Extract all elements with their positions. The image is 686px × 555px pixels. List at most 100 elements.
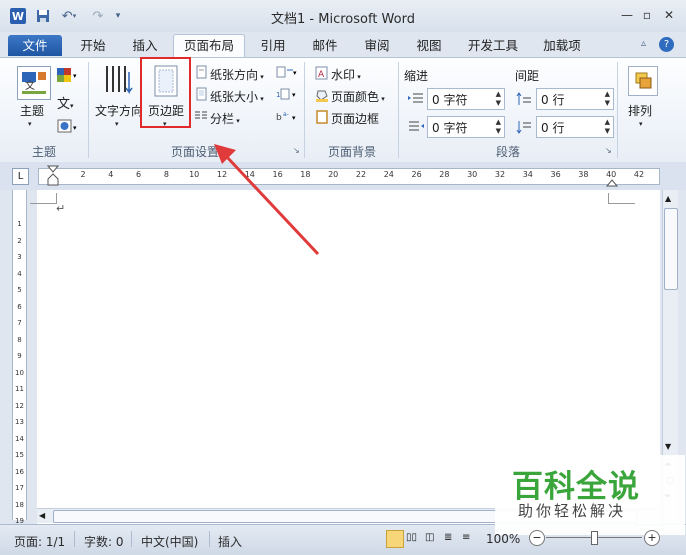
arrange-label[interactable]: 排列 <box>628 102 652 119</box>
watermark-icon[interactable]: A <box>315 66 329 80</box>
page-background-group-label: 页面背景 <box>327 145 376 159</box>
spin-up-icon[interactable]: ▲ <box>496 118 501 126</box>
arrange-dropdown-icon[interactable]: ▾ <box>639 120 643 128</box>
hyphenation-icon[interactable]: b a- ▾ <box>276 110 298 123</box>
page-setup-launcher-icon[interactable]: ↘ <box>293 146 300 155</box>
zoom-slider-thumb[interactable] <box>591 531 598 545</box>
help-icon[interactable]: ? <box>659 37 674 52</box>
close-button[interactable]: ✕ <box>660 7 678 23</box>
ribbon-collapse-icon[interactable]: ▵ <box>641 38 646 49</box>
indent-label: 缩进 <box>404 69 429 83</box>
themes-label[interactable]: 主题 <box>20 102 44 119</box>
indent-left-spinner[interactable]: 0 字符 ▲ ▼ <box>427 88 505 110</box>
paragraph-mark: ↵ <box>56 202 66 215</box>
tab-home[interactable]: 开始 <box>72 35 114 56</box>
vertical-ruler-tick-label: 5 <box>17 286 22 294</box>
svg-text:▾: ▾ <box>292 114 296 122</box>
spacing-after-value: 0 行 <box>541 121 565 135</box>
svg-text:▾: ▾ <box>293 69 297 77</box>
orientation-icon[interactable] <box>196 65 208 79</box>
page-size-label[interactable]: 纸张大小 ▾ <box>210 88 264 105</box>
page-borders-icon[interactable] <box>315 110 329 124</box>
tab-view[interactable]: 视图 <box>409 35 449 56</box>
tab-mailings[interactable]: 邮件 <box>305 35 345 56</box>
vertical-scroll-thumb[interactable] <box>664 208 678 290</box>
spin-up-icon[interactable]: ▲ <box>605 90 610 98</box>
ruler-tick-label: 36 <box>550 170 561 179</box>
zoom-level[interactable]: 100% <box>486 532 520 546</box>
theme-colors-icon[interactable]: ▾ <box>57 68 77 82</box>
horizontal-ruler[interactable]: 2 4 6 8 10 12 14 16 18 20 22 24 26 28 30 32 34 36 38 40 42 <box>38 168 660 185</box>
breaks-icon[interactable]: ▾ <box>276 66 298 78</box>
print-layout-view-icon[interactable] <box>386 530 404 548</box>
zoom-in-icon[interactable]: + <box>644 530 660 546</box>
text-direction-icon[interactable] <box>103 64 135 98</box>
minimize-button[interactable]: — <box>618 7 636 23</box>
tab-review[interactable]: 审阅 <box>357 35 397 56</box>
spin-down-icon[interactable]: ▼ <box>496 99 501 107</box>
tab-file[interactable]: 文件 <box>8 35 62 56</box>
group-separator <box>398 62 399 158</box>
vertical-ruler-tick-label: 15 <box>15 451 24 459</box>
columns-label[interactable]: 分栏 ▾ <box>210 110 240 127</box>
margin-corner-mark <box>30 193 57 204</box>
tab-selector-icon[interactable]: L <box>12 168 29 185</box>
indent-right-spinner[interactable]: 0 字符 ▲ ▼ <box>427 116 505 138</box>
outline-view-icon[interactable]: ≣ <box>444 532 452 543</box>
scroll-down-icon[interactable]: ▼ <box>665 442 671 451</box>
vertical-ruler-tick-label: 11 <box>15 385 24 393</box>
vertical-ruler-tick-label: 8 <box>17 335 22 344</box>
scroll-up-icon[interactable]: ▲ <box>665 194 671 203</box>
spin-up-icon[interactable]: ▲ <box>496 90 501 98</box>
language-status[interactable]: 中文(中国) <box>141 533 198 550</box>
vertical-ruler-tick-label: 3 <box>17 253 22 261</box>
maximize-button[interactable]: ▫ <box>638 7 656 23</box>
orientation-label[interactable]: 纸张方向 ▾ <box>210 66 264 83</box>
ruler-tick-label: 18 <box>300 170 311 179</box>
svg-text:▾: ▾ <box>73 72 77 80</box>
page-color-icon[interactable] <box>315 88 329 102</box>
themes-icon[interactable]: 文 <box>17 66 51 100</box>
page-size-icon[interactable] <box>196 87 208 101</box>
spin-down-icon[interactable]: ▼ <box>496 127 501 135</box>
text-direction-label[interactable]: 文字方向 <box>95 102 143 119</box>
word-count-status[interactable]: 字数: 0 <box>84 533 124 550</box>
themes-dropdown-icon[interactable]: ▾ <box>28 120 32 128</box>
scroll-left-icon[interactable]: ◀ <box>39 511 45 520</box>
line-numbers-icon[interactable]: 1 ▾ <box>276 88 298 100</box>
spin-up-icon[interactable]: ▲ <box>605 118 610 126</box>
vertical-ruler[interactable]: 1 2 3 4 5 6 7 8 9 10 11 12 13 14 15 16 17 18 19 <box>12 190 27 525</box>
page-borders-label[interactable]: 页面边框 <box>331 110 379 127</box>
spacing-after-spinner[interactable]: 0 行 ▲ ▼ <box>536 116 614 138</box>
web-layout-icon[interactable]: ◫ <box>425 532 434 543</box>
watermark-label[interactable]: 水印 ▾ <box>331 66 361 83</box>
zoom-out-icon[interactable]: − <box>529 530 545 546</box>
tab-addins[interactable]: 加载项 <box>536 35 588 56</box>
spacing-before-spinner[interactable]: 0 行 ▲ ▼ <box>536 88 614 110</box>
theme-fonts-icon[interactable]: 文▾ <box>57 93 81 112</box>
spin-down-icon[interactable]: ▼ <box>605 99 610 107</box>
ruler-tick-label: 2 <box>80 170 86 179</box>
arrange-icon[interactable] <box>628 66 658 96</box>
theme-effects-icon[interactable]: ▾ <box>57 118 81 134</box>
full-screen-reading-icon[interactable]: ▯▯ <box>406 532 417 543</box>
paragraph-launcher-icon[interactable]: ↘ <box>605 146 612 155</box>
tab-page-layout[interactable]: 页面布局 <box>173 34 245 58</box>
svg-text:▾: ▾ <box>73 124 77 132</box>
draft-view-icon[interactable]: ≡ <box>462 532 470 543</box>
tab-references[interactable]: 引用 <box>253 35 293 56</box>
ruler-tick-label: 42 <box>633 170 645 179</box>
tab-insert[interactable]: 插入 <box>124 35 166 56</box>
right-indent-marker[interactable] <box>605 176 619 190</box>
paragraph-group-label: 段落 <box>495 145 520 159</box>
vertical-ruler-tick-label: 13 <box>15 418 24 426</box>
tab-developer[interactable]: 开发工具 <box>460 35 526 56</box>
text-direction-dropdown-icon[interactable]: ▾ <box>115 120 119 128</box>
page-count-status[interactable]: 页面: 1/1 <box>14 533 65 550</box>
spin-down-icon[interactable]: ▼ <box>605 127 610 135</box>
insert-mode-status[interactable]: 插入 <box>218 533 242 550</box>
window-title: 文档1 - Microsoft Word <box>271 12 415 27</box>
first-line-indent-marker[interactable] <box>46 165 61 190</box>
columns-icon[interactable] <box>194 109 208 123</box>
page-color-label[interactable]: 页面颜色 ▾ <box>331 88 385 105</box>
